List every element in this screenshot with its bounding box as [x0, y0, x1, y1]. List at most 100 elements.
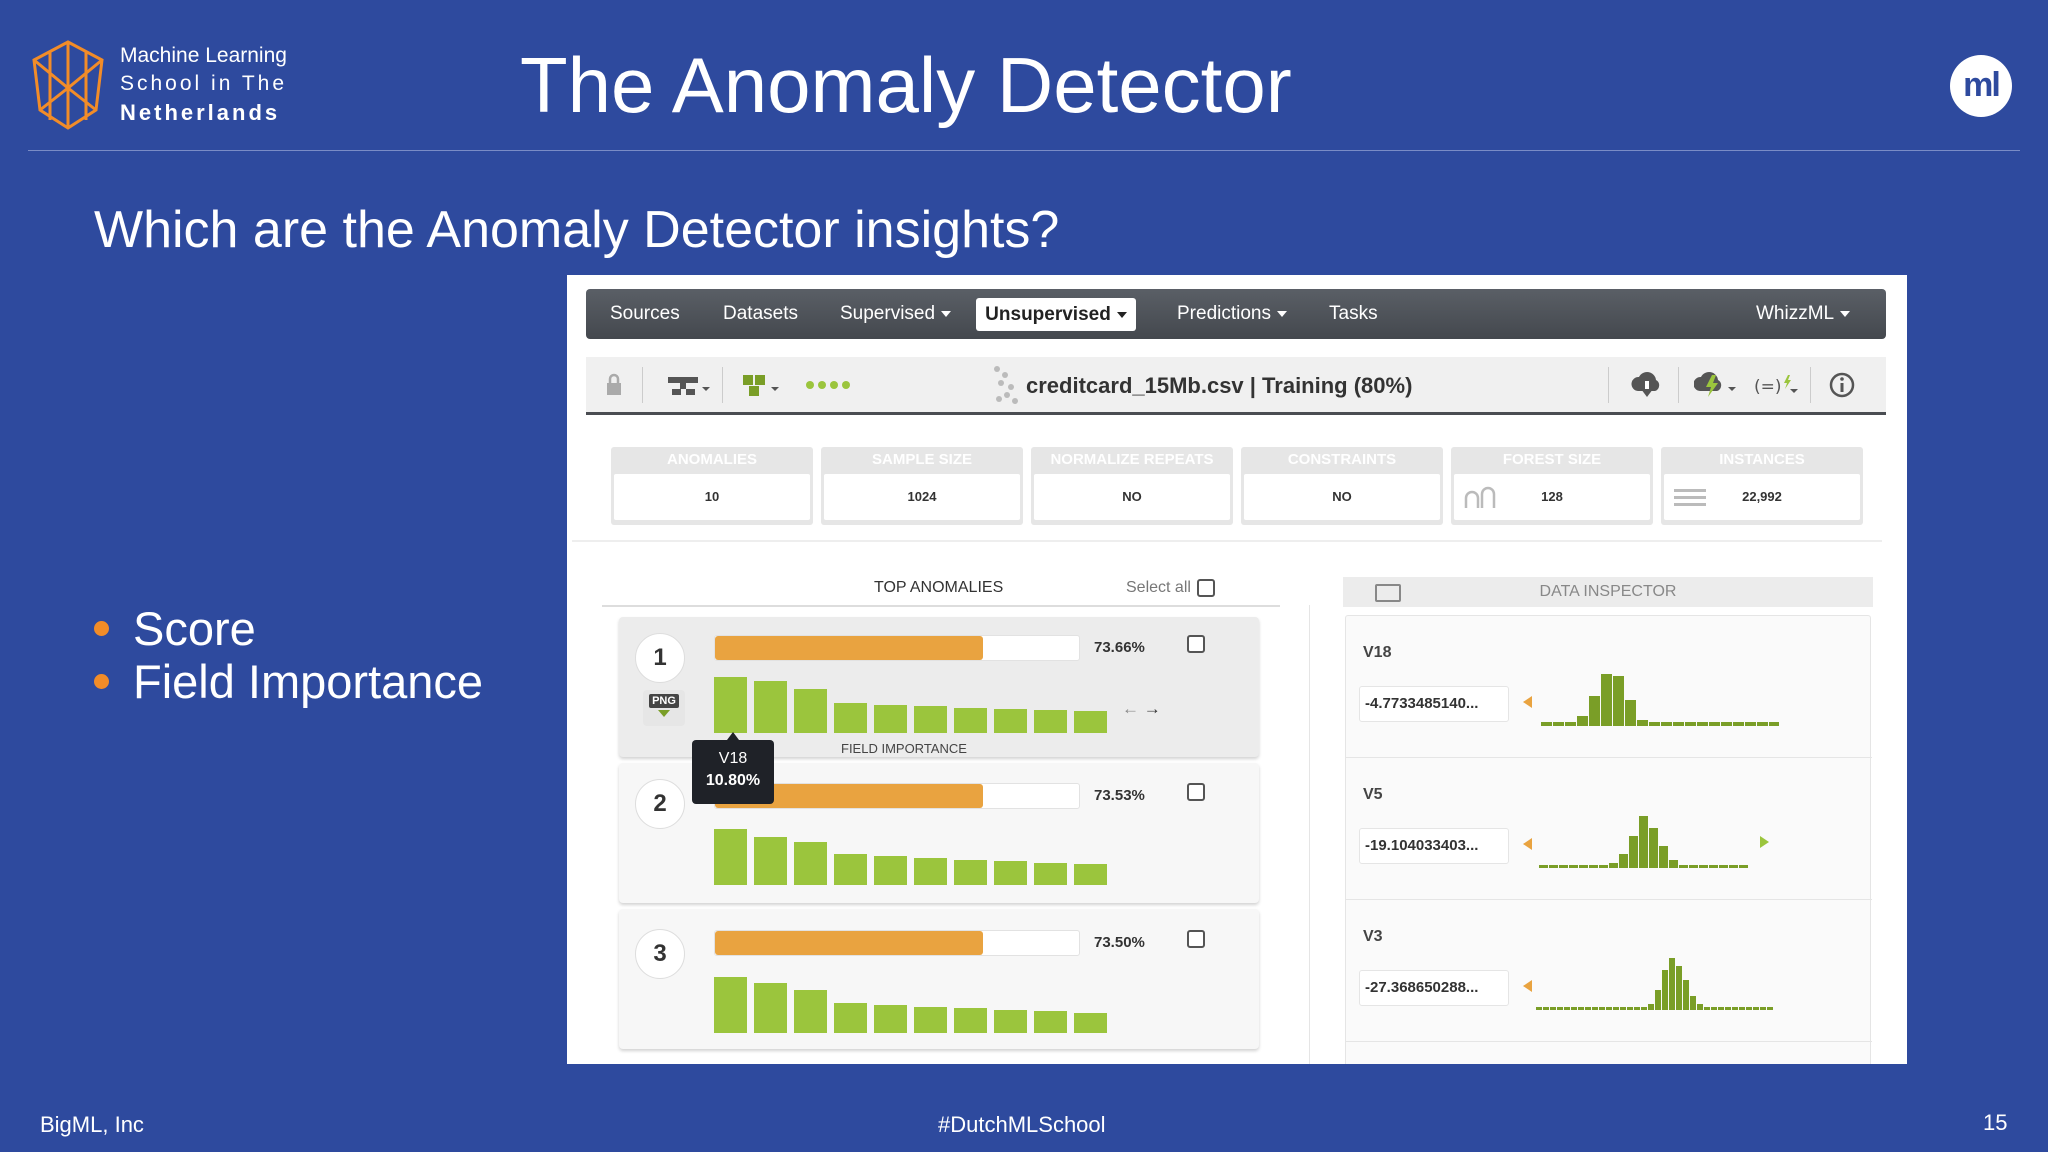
field-importance-bar[interactable]: [794, 990, 827, 1033]
inspector-field-row: V5 -19.104033403...: [1346, 758, 1872, 900]
field-importance-bars: [714, 673, 1114, 733]
stat-value: 128: [1454, 474, 1650, 520]
section-divider: [572, 540, 1882, 542]
nav-whizzml[interactable]: WhizzML: [1756, 289, 1851, 339]
nav-predictions[interactable]: Predictions: [1177, 289, 1287, 339]
png-export-icon[interactable]: PNG: [643, 690, 685, 726]
field-importance-bar[interactable]: [874, 856, 907, 885]
field-name: V5: [1363, 786, 1383, 803]
nav-sources[interactable]: Sources: [610, 289, 680, 339]
field-histogram: [1536, 958, 1776, 1010]
field-importance-bar[interactable]: [754, 681, 787, 733]
field-importance-bar[interactable]: [834, 1003, 867, 1033]
anomaly-checkbox[interactable]: [1187, 930, 1205, 948]
stat-value-text: 22,992: [1742, 489, 1782, 504]
inspector-field-row: V18 -4.7733485140...: [1346, 616, 1872, 758]
tooltip-arrow: [727, 732, 739, 740]
field-importance-bar[interactable]: [874, 705, 907, 733]
stat-label: SAMPLE SIZE: [871, 451, 972, 468]
field-importance-bar[interactable]: [954, 708, 987, 733]
list-lines-icon: [1674, 489, 1706, 506]
nav-unsupervised-label: Unsupervised: [985, 304, 1111, 325]
field-importance-bar[interactable]: [1034, 1011, 1067, 1033]
bullet-text: Score: [133, 602, 256, 655]
field-importance-bar[interactable]: [994, 861, 1027, 885]
field-importance-bar[interactable]: [914, 706, 947, 733]
score-bar-fill: [715, 636, 984, 660]
stat-forest-size: FOREST SIZE 128: [1451, 447, 1653, 525]
toolbar-separator: [642, 367, 643, 403]
footer-hashtag: #DutchMLSchool: [938, 1112, 1106, 1137]
dataset-split-icon[interactable]: [741, 371, 787, 399]
field-importance-bar[interactable]: [754, 837, 787, 885]
stat-value: 10: [614, 474, 810, 520]
data-inspector-title: DATA INSPECTOR: [1539, 583, 1677, 600]
field-importance-bar[interactable]: [954, 1008, 987, 1033]
top-navbar: Sources Datasets Supervised Unsupervised…: [586, 289, 1886, 339]
field-nav-arrows: ← →: [1122, 699, 1161, 719]
field-importance-bar[interactable]: [714, 829, 747, 885]
page-number: 15: [1983, 1110, 2008, 1135]
field-value: -4.7733485140...: [1359, 686, 1509, 722]
field-importance-bar[interactable]: [994, 1010, 1027, 1033]
field-importance-bar[interactable]: [834, 854, 867, 885]
data-inspector-header: DATA INSPECTOR: [1343, 577, 1873, 607]
bullet-dot-icon: [94, 621, 109, 636]
field-importance-bar[interactable]: [1074, 864, 1107, 885]
field-histogram: [1541, 674, 1781, 726]
field-importance-bar[interactable]: [1034, 710, 1067, 733]
bullet-item: Score: [94, 602, 483, 655]
nav-tasks[interactable]: Tasks: [1329, 289, 1378, 339]
nav-predictions-label: Predictions: [1177, 303, 1271, 324]
anomaly-checkbox[interactable]: [1187, 635, 1205, 653]
stat-value: 22,992: [1664, 474, 1860, 520]
field-value: -27.368650288...: [1359, 970, 1509, 1006]
chevron-down-icon: [1840, 310, 1851, 317]
field-importance-bar[interactable]: [754, 983, 787, 1033]
select-all-checkbox[interactable]: [1197, 579, 1215, 597]
field-importance-bar[interactable]: [914, 1007, 947, 1033]
range-marker-icon: [1760, 836, 1769, 848]
svg-text:(=): (=): [1754, 377, 1782, 397]
formula-icon[interactable]: (=): [1754, 371, 1800, 399]
nav-datasets[interactable]: Datasets: [723, 289, 798, 339]
field-importance-bar[interactable]: [874, 1005, 907, 1033]
school-name-line3: Netherlands: [120, 100, 281, 125]
field-importance-bar[interactable]: [794, 842, 827, 885]
field-importance-bar[interactable]: [954, 860, 987, 885]
field-importance-bar[interactable]: [1074, 711, 1107, 733]
arrow-left-icon[interactable]: ←: [1122, 699, 1139, 718]
stat-label: INSTANCES: [1719, 451, 1805, 468]
toolbar-separator: [1810, 367, 1811, 403]
info-icon[interactable]: [1828, 371, 1856, 399]
field-importance-bar[interactable]: [714, 677, 747, 733]
field-importance-bar[interactable]: [994, 709, 1027, 733]
toolbar-separator: [722, 367, 723, 403]
school-name-line1: Machine Learning: [120, 44, 287, 67]
inspector-field-row: V3 -27.368650288...: [1346, 900, 1872, 1042]
lock-icon[interactable]: [604, 371, 624, 399]
field-importance-bar[interactable]: [714, 977, 747, 1033]
model-tree-icon[interactable]: [666, 371, 712, 399]
anomaly-checkbox[interactable]: [1187, 783, 1205, 801]
cloud-download-icon[interactable]: [1630, 371, 1664, 399]
score-value: 73.50%: [1094, 934, 1145, 951]
field-importance-bars: [714, 825, 1114, 885]
arrow-right-icon[interactable]: →: [1144, 699, 1161, 718]
batch-anomaly-icon[interactable]: [1694, 371, 1740, 399]
panel-divider: [1309, 605, 1310, 1064]
score-bar-fill: [715, 931, 983, 955]
field-importance-bar[interactable]: [1034, 863, 1067, 885]
field-importance-bar[interactable]: [1074, 1013, 1107, 1033]
top-anomalies-underline: [602, 605, 1280, 607]
field-importance-bar[interactable]: [794, 689, 827, 733]
field-importance-bar[interactable]: [914, 858, 947, 885]
select-all-label[interactable]: Select all: [1126, 579, 1191, 597]
anomaly-rank: 1: [635, 633, 685, 683]
anomaly-rank: 2: [635, 779, 685, 829]
nav-unsupervised[interactable]: Unsupervised: [976, 298, 1136, 331]
nav-supervised[interactable]: Supervised: [840, 289, 952, 339]
field-histogram: [1539, 816, 1755, 868]
field-importance-bar[interactable]: [834, 703, 867, 733]
tooltip-value: 10.80%: [705, 772, 761, 789]
